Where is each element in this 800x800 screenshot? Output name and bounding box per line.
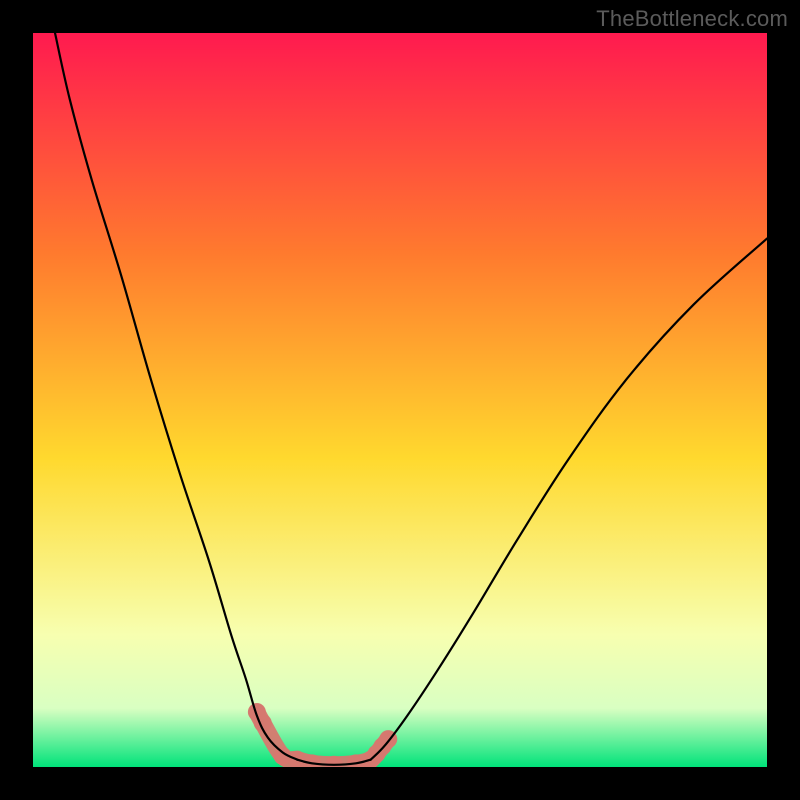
watermark-text: TheBottleneck.com (596, 6, 788, 32)
gradient-background (33, 33, 767, 767)
frame: TheBottleneck.com (0, 0, 800, 800)
chart-svg (33, 33, 767, 767)
chart-plot (33, 33, 767, 767)
